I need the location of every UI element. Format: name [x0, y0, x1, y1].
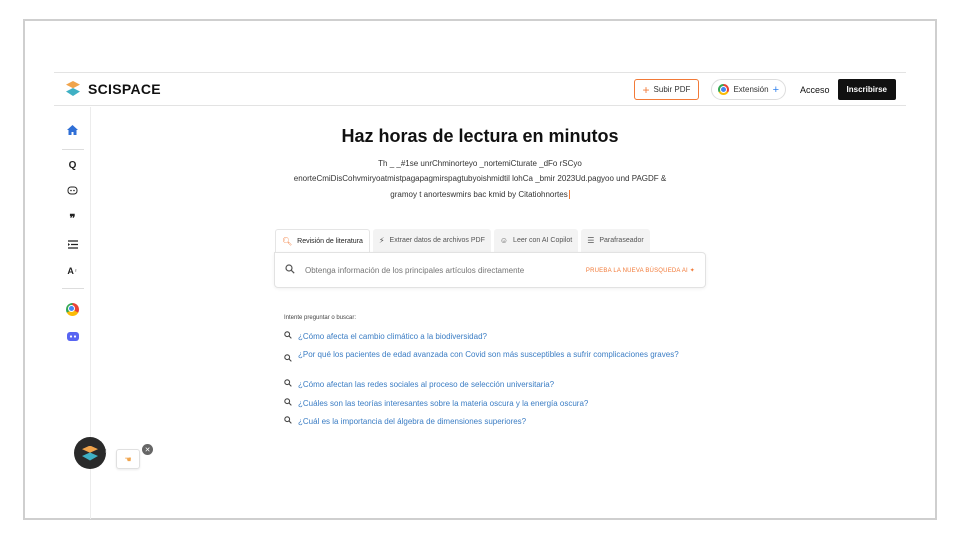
new-ai-search-link[interactable]: PRUEBA LA NUEVA BÚSQUEDA AI ✦ — [586, 267, 695, 274]
suggestions-heading: Intente preguntar o buscar: — [284, 315, 357, 321]
chrome-icon — [66, 302, 79, 316]
chrome-icon — [718, 84, 730, 95]
hand-icon: ☚ — [124, 454, 132, 464]
brand-logo[interactable]: SCISPACE — [64, 81, 161, 97]
copilot-icon[interactable] — [54, 182, 91, 200]
description-line-2: enorteCmiDisCohvmiryoatmistpagapagmirspa… — [293, 174, 667, 183]
upload-pdf-button[interactable]: + Subir PDF — [633, 79, 700, 100]
top-header: SCISPACE + Subir PDF Extensión + Acceso … — [54, 72, 906, 106]
search-icon — [284, 398, 292, 409]
suggestion-text: ¿Cómo afectan las redes sociales al proc… — [298, 380, 555, 389]
page-title: Haz horas de lectura en minutos — [341, 126, 619, 146]
tab-label: Parafraseador — [599, 237, 644, 244]
close-icon[interactable]: ✕ — [142, 444, 153, 455]
search-icon — [284, 331, 292, 342]
tab-label: Revisión de literatura — [297, 237, 363, 245]
search-icon — [284, 354, 292, 365]
chrome-extension-icon[interactable] — [54, 300, 91, 318]
scispace-assistant-button[interactable] — [74, 437, 106, 469]
search-icon: 🔍︎ — [282, 236, 293, 246]
suggestion-item[interactable]: ¿Cuál es la importancia del álgebra de d… — [284, 416, 718, 427]
suggestion-item[interactable]: ¿Cuáles son las teorías interesantes sob… — [284, 398, 718, 409]
description-line-1: Th _ _#1se unrChminorteyo _nortemiCturat… — [378, 159, 582, 168]
suggestion-item[interactable]: ¿Por qué los pacientes de edad avanzada … — [284, 349, 708, 365]
search-icon — [285, 263, 295, 277]
tab-label: Extraer datos de archivos PDF — [389, 237, 485, 244]
tool-tabs: 🔍︎ Revisión de literatura ⚡︎ Extraer dat… — [275, 229, 650, 252]
brand-name: SCISPACE — [88, 81, 161, 97]
tab-literature-review[interactable]: 🔍︎ Revisión de literatura — [275, 229, 370, 252]
search-sparkle-icon[interactable]: Q — [54, 156, 91, 174]
header-actions: + Subir PDF Extensión + Acceso Inscribir… — [633, 79, 896, 100]
suggestion-text: ¿Cómo afecta el cambio climático a la bi… — [298, 332, 487, 341]
tab-extract-data[interactable]: ⚡︎ Extraer datos de archivos PDF — [372, 229, 491, 252]
citation-icon[interactable]: ❞ — [54, 209, 91, 227]
text-cursor — [568, 190, 570, 200]
search-box: PRUEBA LA NUEVA BÚSQUEDA AI ✦ — [274, 252, 706, 288]
lightning-icon: ⚡︎ — [378, 236, 385, 245]
suggestion-item[interactable]: ¿Cómo afecta el cambio climático a la bi… — [284, 331, 718, 342]
extension-label: Extensión — [733, 85, 769, 94]
assistant-hand-bubble[interactable]: ☚ — [116, 449, 140, 469]
tab-label: Leer con AI Copilot — [513, 237, 573, 244]
upload-pdf-label: Subir PDF — [653, 85, 691, 94]
ai-writer-icon[interactable]: A ♀ — [54, 262, 91, 280]
scispace-logo-icon — [82, 445, 98, 461]
search-icon — [284, 379, 292, 390]
discord-icon[interactable] — [54, 327, 91, 345]
description-line-3-text: gramoy t anorteswmirs bac kmid by Citati… — [390, 190, 568, 199]
copilot-icon: ☺ — [499, 236, 509, 245]
plus-icon: + — [772, 83, 780, 96]
suggestion-text: ¿Por qué los pacientes de edad avanzada … — [298, 350, 679, 359]
suggestion-text: ¿Cuál es la importancia del álgebra de d… — [298, 417, 527, 426]
extension-button[interactable]: Extensión + — [711, 79, 787, 100]
bubble-decoration: ι — [105, 448, 107, 455]
paraphrase-icon: ☰ — [587, 236, 595, 245]
signup-button[interactable]: Inscribirse — [837, 79, 896, 100]
search-icon — [284, 416, 292, 427]
tab-paraphraser[interactable]: ☰ Parafraseador — [581, 229, 650, 252]
description-line-3: gramoy t anorteswmirs bac kmid by Citati… — [250, 187, 710, 202]
plus-icon: + — [642, 82, 650, 97]
login-link[interactable]: Acceso — [800, 85, 830, 95]
search-input[interactable] — [305, 265, 585, 275]
scispace-logo-icon — [64, 81, 82, 97]
paraphrase-icon[interactable] — [54, 235, 91, 253]
suggestion-item[interactable]: ¿Cómo afectan las redes sociales al proc… — [284, 379, 718, 390]
tab-ai-copilot[interactable]: ☺ Leer con AI Copilot — [493, 229, 579, 252]
suggestion-text: ¿Cuáles son las teorías interesantes sob… — [298, 399, 589, 408]
